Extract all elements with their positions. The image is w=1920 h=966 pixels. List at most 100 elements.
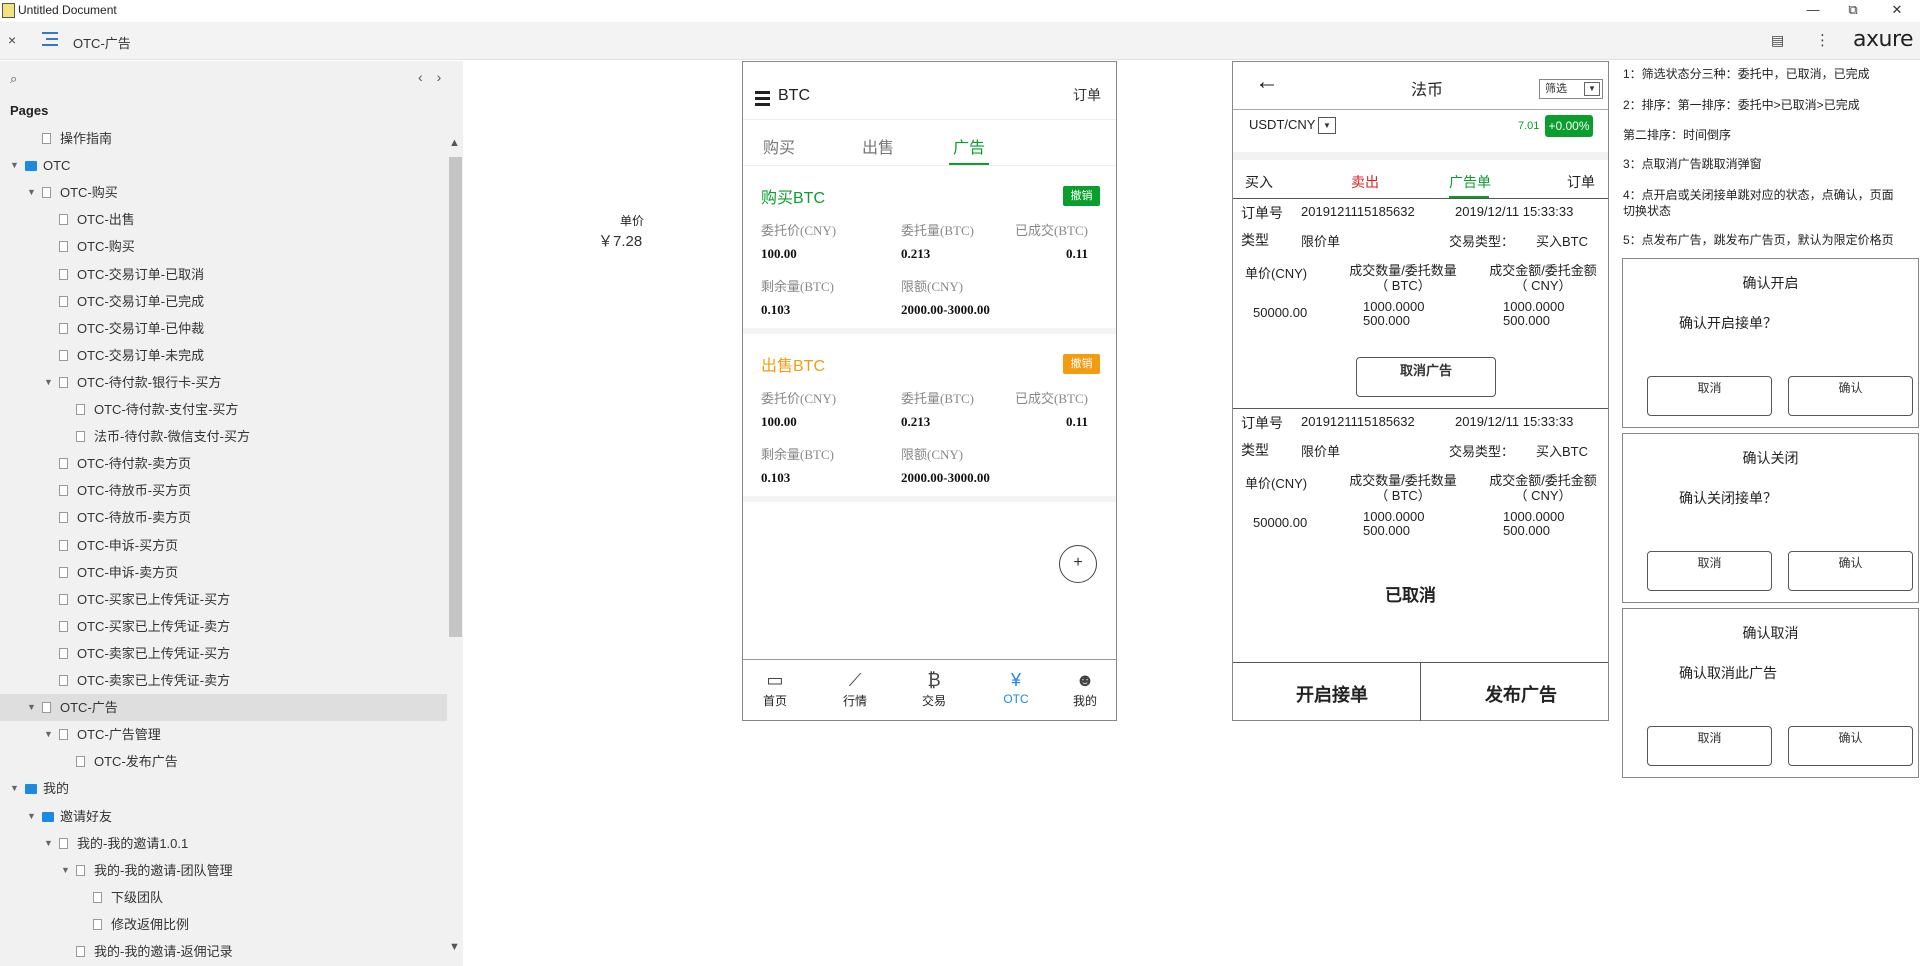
publish-ad-button[interactable]: 发布广告 [1485, 681, 1557, 707]
revoke-button[interactable]: 撤销 [1063, 186, 1100, 206]
expand-caret-icon[interactable]: ▼ [10, 775, 19, 802]
tree-item[interactable]: OTC-待付款-支付宝-买方 [0, 396, 447, 423]
expand-caret-icon[interactable]: ▼ [27, 694, 36, 721]
tree-item[interactable]: 修改返佣比例 [0, 911, 447, 938]
orders-link[interactable]: 订单 [1073, 85, 1101, 105]
nav-market[interactable]: ⟋ 行情 [825, 668, 885, 709]
revoke-button[interactable]: 撤销 [1063, 354, 1100, 374]
tab-sell[interactable]: 出售 [862, 134, 894, 158]
tree-item-label: OTC-申诉-卖方页 [77, 564, 179, 580]
tree-item[interactable]: 法币-待付款-微信支付-买方 [0, 423, 447, 450]
tree-item[interactable]: 下级团队 [0, 884, 447, 911]
tab-buy[interactable]: 购买 [763, 134, 795, 158]
tree-item[interactable]: OTC-待放币-买方页 [0, 477, 447, 504]
dialog-cancel-button[interactable]: 取消 [1647, 376, 1772, 416]
back-arrow-icon[interactable]: ← [1255, 68, 1279, 96]
tree-item-label: 邀请好友 [60, 808, 113, 824]
dialog-confirm-button[interactable]: 确认 [1788, 551, 1913, 591]
tree-item[interactable]: ▼ OTC [0, 152, 447, 179]
field-value: 100.00 [761, 414, 797, 429]
scroll-down-icon[interactable]: ▼ [449, 941, 460, 953]
expand-caret-icon[interactable]: ▼ [44, 830, 53, 857]
minimize-button[interactable]: — [1798, 2, 1828, 17]
open-accept-button[interactable]: 开启接单 [1296, 681, 1368, 707]
annotation-note: 3：点取消广告跳取消弹窗 [1623, 157, 1762, 171]
dialog-confirm-button[interactable]: 确认 [1788, 726, 1913, 766]
more-options-icon[interactable]: ⋮ [1815, 31, 1830, 49]
tab-sell-out[interactable]: 卖出 [1351, 172, 1379, 192]
expand-caret-icon[interactable]: ▼ [44, 369, 53, 396]
tree-item[interactable]: 操作指南 [0, 125, 447, 152]
filter-select[interactable]: 筛选 ▼ [1539, 79, 1603, 99]
tree-item[interactable]: ▼ OTC-待付款-银行卡-买方 [0, 369, 447, 396]
tree-item[interactable]: OTC-出售 [0, 206, 447, 233]
tab-bar: 购买 出售 广告 [743, 120, 1116, 166]
tab-ads[interactable]: 广告 [953, 134, 985, 158]
dialog-confirm-button[interactable]: 确认 [1788, 376, 1913, 416]
tree-item[interactable]: OTC-申诉-买方页 [0, 532, 447, 559]
menu-icon[interactable] [42, 32, 58, 50]
type-label: 类型 [1241, 442, 1269, 458]
tree-item[interactable]: ▼ OTC-购买 [0, 179, 447, 206]
nav-otc[interactable]: ¥ OTC [986, 668, 1046, 706]
price-header: 单价(CNY) [1245, 476, 1308, 491]
nav-home[interactable]: ▭ 首页 [745, 668, 805, 709]
tree-item[interactable]: OTC-交易订单-未完成 [0, 342, 447, 369]
order-no: 2019121115185632 [1301, 414, 1415, 429]
tree-item[interactable]: ▼ 邀请好友 [0, 803, 447, 830]
order-type: 限价单 [1301, 234, 1341, 249]
expand-caret-icon[interactable]: ▼ [27, 803, 36, 830]
close-panel-button[interactable]: × [8, 32, 16, 48]
tree-item[interactable]: OTC-交易订单-已取消 [0, 261, 447, 288]
tab-buy-in[interactable]: 买入 [1245, 172, 1273, 192]
cancel-ad-button[interactable]: 取消广告 [1356, 357, 1496, 397]
tree-item[interactable]: OTC-待付款-卖方页 [0, 450, 447, 477]
chevron-down-icon: ▼ [1584, 82, 1600, 96]
tab-orders[interactable]: 订单 [1567, 172, 1595, 192]
tree-item[interactable]: OTC-购买 [0, 233, 447, 260]
expand-caret-icon[interactable]: ▼ [10, 152, 19, 179]
page-icon [59, 620, 68, 632]
expand-caret-icon[interactable]: ▼ [27, 179, 36, 206]
expand-caret-icon[interactable]: ▼ [44, 721, 53, 748]
hamburger-icon[interactable] [755, 91, 770, 109]
tree-item-label: OTC-交易订单-已完成 [77, 293, 205, 309]
tree-item[interactable]: 我的-我的邀请-返佣记录 [0, 938, 447, 965]
nav-trade[interactable]: ₿ 交易 [904, 668, 964, 709]
tree-item[interactable]: OTC-买家已上传凭证-卖方 [0, 613, 447, 640]
field-label: 已成交(BTC) [1015, 223, 1088, 238]
nav-mine[interactable]: ☻ 我的 [1055, 668, 1115, 709]
tree-item[interactable]: OTC-发布广告 [0, 748, 447, 775]
page-icon [59, 295, 68, 307]
order-type: 限价单 [1301, 444, 1341, 459]
pages-sidebar: ⌕ ‹› Pages 操作指南 ▼ OTC ▼ OTC-购买 OTC-出售 OTC-购买 OT… [0, 61, 463, 966]
tree-item[interactable]: OTC-卖家已上传凭证-买方 [0, 640, 447, 667]
page-icon [59, 241, 68, 253]
close-window-button[interactable]: ✕ [1882, 2, 1912, 18]
scroll-thumb[interactable] [449, 157, 462, 637]
restore-button[interactable]: ⧉ [1838, 2, 1868, 18]
tree-item[interactable]: ▼ 我的-我的邀请-团队管理 [0, 857, 447, 884]
scroll-up-icon[interactable]: ▲ [449, 137, 460, 149]
tree-item[interactable]: ▼ 我的-我的邀请1.0.1 [0, 830, 447, 857]
order-no: 2019121115185632 [1301, 204, 1415, 219]
tree-item[interactable]: OTC-申诉-卖方页 [0, 559, 447, 586]
pair-dropdown-icon[interactable]: ▼ [1318, 117, 1336, 134]
tree-item[interactable]: OTC-交易订单-已仲裁 [0, 315, 447, 342]
tab-ad-orders[interactable]: 广告单 [1449, 172, 1491, 192]
add-ad-button[interactable]: + [1059, 545, 1097, 583]
tree-item[interactable]: ▼ OTC-广告 [0, 694, 447, 722]
tree-item[interactable]: OTC-买家已上传凭证-买方 [0, 586, 447, 613]
dialog-cancel-button[interactable]: 取消 [1647, 726, 1772, 766]
search-icon[interactable]: ⌕ [10, 71, 17, 87]
tree-item[interactable]: OTC-待放币-卖方页 [0, 504, 447, 531]
dialog-cancel-button[interactable]: 取消 [1647, 551, 1772, 591]
expand-caret-icon[interactable]: ▼ [61, 857, 70, 884]
tree-item[interactable]: OTC-卖家已上传凭证-卖方 [0, 667, 447, 694]
pair-select[interactable]: USDT/CNY [1249, 117, 1315, 132]
tree-item[interactable]: OTC-交易订单-已完成 [0, 288, 447, 315]
document-icon[interactable]: ▤ [1771, 32, 1784, 49]
tree-item[interactable]: ▼ OTC-广告管理 [0, 721, 447, 748]
sidebar-scrollbar[interactable]: ▲ ▼ [447, 61, 463, 966]
tree-item[interactable]: ▼ 我的 [0, 775, 447, 802]
